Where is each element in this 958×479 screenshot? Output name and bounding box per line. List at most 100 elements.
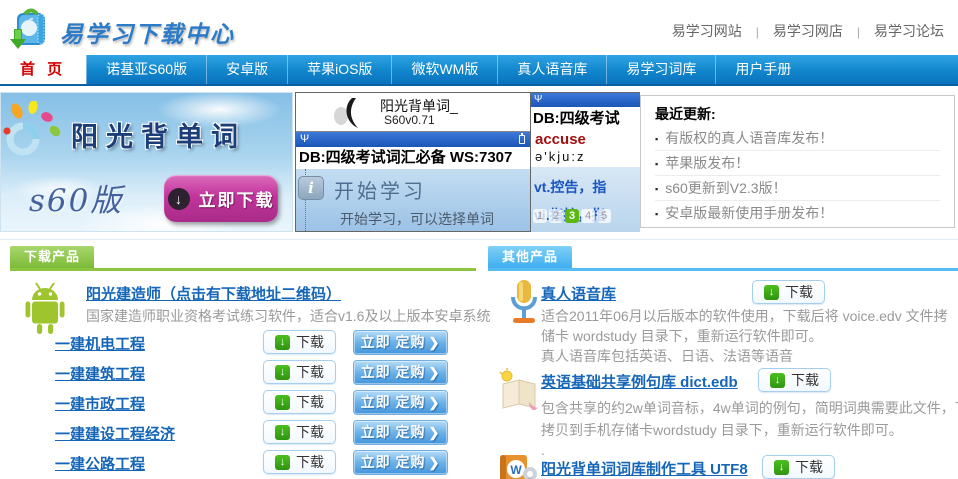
product-title-link[interactable]: 阳光建造师（点击有下载地址二维码） <box>86 283 341 304</box>
course-link[interactable]: 一建公路工程 <box>55 453 145 474</box>
download-icon: ↓ <box>275 425 290 440</box>
example-lib-description-line: 拷贝到手机存储卡wordstudy 目录下，重新运行软件即可。 <box>541 420 903 440</box>
nav-tab-home[interactable]: 首 页 <box>0 55 86 84</box>
order-label: 立即 定购 <box>361 424 426 440</box>
recent-update-item[interactable]: ▪苹果版发布！ <box>655 151 940 176</box>
page-number: 1 <box>533 209 547 223</box>
example-lib-description-line: 包含共享的约2w单词音标，4w单词的例句，简明词典需要此文件，下 <box>541 398 958 418</box>
screenshot-app-header: 阳光背单词_ S60v0.71 <box>296 93 530 132</box>
download-label: 下载 <box>795 457 823 477</box>
download-row: 一建机电工程 ↓ 下载 立即 定购❯ <box>0 330 478 356</box>
menu-item-subtitle: 开始学习，可以选择单词 <box>340 209 494 229</box>
status-bar: Ψ <box>531 93 640 107</box>
chevron-right-icon: ❯ <box>428 365 440 380</box>
downloads-section-tab: 下载产品 <box>10 246 94 268</box>
order-label: 立即 定购 <box>361 394 426 410</box>
top-link-forum[interactable]: 易学习论坛 <box>874 23 944 39</box>
voice-lib-title-link[interactable]: 真人语音库 <box>541 283 616 304</box>
recent-updates-title: 最近更新: <box>655 104 940 126</box>
download-label: 下载 <box>296 392 324 412</box>
banner-download-label: 立即下载 <box>199 186 275 211</box>
app-menu: i 开始学习 开始学习，可以选择单词 <box>296 169 530 231</box>
nav-tab-manual[interactable]: 用户手册 <box>715 55 810 84</box>
download-icon: ↓ <box>774 460 789 475</box>
download-label: 下载 <box>296 332 324 352</box>
voice-lib-description-line: 储卡 wordstudy 目录下，重新运行软件即可。 <box>541 326 823 346</box>
others-section-header: 其他产品 <box>488 246 958 271</box>
example-lib-title-link[interactable]: 英语基础共享例句库 dict.edb <box>541 371 738 392</box>
nav-tab-ios[interactable]: 苹果iOS版 <box>287 55 391 84</box>
toolbox-icon: W <box>497 452 539 479</box>
download-button[interactable]: ↓ 下载 <box>762 455 835 479</box>
word-headline: accuse <box>531 131 640 149</box>
info-icon: i <box>298 176 324 200</box>
top-links: 易学习网站|易学习网店|易学习论坛 <box>672 21 944 41</box>
site-title: 易学习下载中心 <box>60 15 235 49</box>
order-button[interactable]: 立即 定购❯ <box>353 420 448 445</box>
order-button[interactable]: 立即 定购❯ <box>353 330 448 355</box>
download-row: 一建建筑工程 ↓下载 立即 定购❯ <box>0 360 478 386</box>
downloads-section-header: 下载产品 <box>10 246 476 271</box>
page-number: 4 <box>581 209 595 223</box>
recent-update-text: 苹果版发布！ <box>665 155 749 171</box>
order-button[interactable]: 立即 定购❯ <box>353 390 448 415</box>
banner-download-button[interactable]: ↓ 立即下载 <box>164 175 278 222</box>
order-button[interactable]: 立即 定购❯ <box>353 360 448 385</box>
recent-update-item[interactable]: ▪ 有版权的真人语音库发布！ <box>655 126 940 151</box>
nav-tab-dict-lib[interactable]: 易学习词库 <box>606 55 715 84</box>
download-button[interactable]: ↓下载 <box>263 390 336 414</box>
product-description: 国家建造师职业资格考试练习软件，适合v1.6及以上版本安卓系统 <box>86 306 490 326</box>
link-separator: | <box>742 25 773 39</box>
download-button[interactable]: ↓下载 <box>263 420 336 444</box>
download-button[interactable]: ↓下载 <box>263 360 336 384</box>
others-section-tab: 其他产品 <box>488 246 572 268</box>
download-icon: ↓ <box>770 373 785 388</box>
recent-update-text: 有版权的真人语音库发布！ <box>665 130 833 146</box>
download-button[interactable]: ↓ 下载 <box>263 330 336 354</box>
voice-lib-description-line: 真人语音库包括英语、日语、法语等语音 <box>541 346 793 366</box>
course-link[interactable]: 一建市政工程 <box>55 393 145 414</box>
nav-tab-nokia-s60[interactable]: 诺基亚S60版 <box>86 55 206 84</box>
recent-update-item[interactable]: ▪安卓版最新使用手册发布！ <box>655 201 940 226</box>
book-lightbulb-icon <box>497 368 541 415</box>
course-link[interactable]: 一建机电工程 <box>55 333 145 354</box>
order-button[interactable]: 立即 定购❯ <box>353 450 448 475</box>
download-button[interactable]: ↓下载 <box>752 280 825 304</box>
pagination: 1 2 3 4 5 <box>533 209 611 223</box>
bullet-icon: ▪ <box>655 134 658 144</box>
bullet-icon: ▪ <box>655 184 658 194</box>
promo-banner[interactable]: 阳光背单词 s60版 ↓ 立即下载 <box>0 92 293 232</box>
order-label: 立即 定购 <box>361 454 426 470</box>
main-nav: 首 页 诺基亚S60版 安卓版 苹果iOS版 微软WM版 真人语音库 易学习词库… <box>0 55 958 86</box>
nav-tab-android[interactable]: 安卓版 <box>206 55 287 84</box>
nav-tab-wm[interactable]: 微软WM版 <box>391 55 497 84</box>
status-bar: Ψ <box>296 132 530 147</box>
svg-text:W: W <box>510 463 522 477</box>
chevron-right-icon: ❯ <box>428 455 440 470</box>
download-label: 下载 <box>296 362 324 382</box>
course-link[interactable]: 一建建设工程经济 <box>55 423 175 444</box>
page-number-active: 3 <box>565 209 579 223</box>
antenna-icon: Ψ <box>300 132 309 147</box>
course-link[interactable]: 一建建筑工程 <box>55 363 145 384</box>
top-link-shop[interactable]: 易学习网店 <box>773 23 843 39</box>
download-arrow-icon: ↓ <box>168 188 190 210</box>
word-meanings: vt.控告，指 vi.指控，指 1 2 3 4 5 <box>531 167 640 232</box>
download-label: 下载 <box>791 370 819 390</box>
bullet-icon: ▪ <box>655 209 658 219</box>
order-label: 立即 定购 <box>361 364 426 380</box>
download-button[interactable]: ↓ 下载 <box>758 368 831 392</box>
dict-tool-title-link[interactable]: 阳光背单词词库制作工具 UTF8 <box>541 458 748 479</box>
page: 易学习下载中心 易学习网站|易学习网店|易学习论坛 首 页 诺基亚S60版 安卓… <box>0 0 958 479</box>
screenshot-app-word: Ψ DB:四级考试 accuse ə'kju:z vt.控告，指 vi.指控，指… <box>531 92 640 232</box>
top-link-website[interactable]: 易学习网站 <box>672 23 742 39</box>
recent-update-item[interactable]: ▪s60更新到V2.3版！ <box>655 176 940 201</box>
word-phonetic: ə'kju:z <box>531 149 640 167</box>
chevron-right-icon: ❯ <box>428 425 440 440</box>
nav-tab-voice-lib[interactable]: 真人语音库 <box>497 55 606 84</box>
chevron-right-icon: ❯ <box>428 335 440 350</box>
download-icon: ↓ <box>275 335 290 350</box>
download-button[interactable]: ↓下载 <box>263 450 336 474</box>
download-row: 一建市政工程 ↓下载 立即 定购❯ <box>0 390 478 416</box>
meaning-line: vt.控告，指 <box>534 177 606 197</box>
